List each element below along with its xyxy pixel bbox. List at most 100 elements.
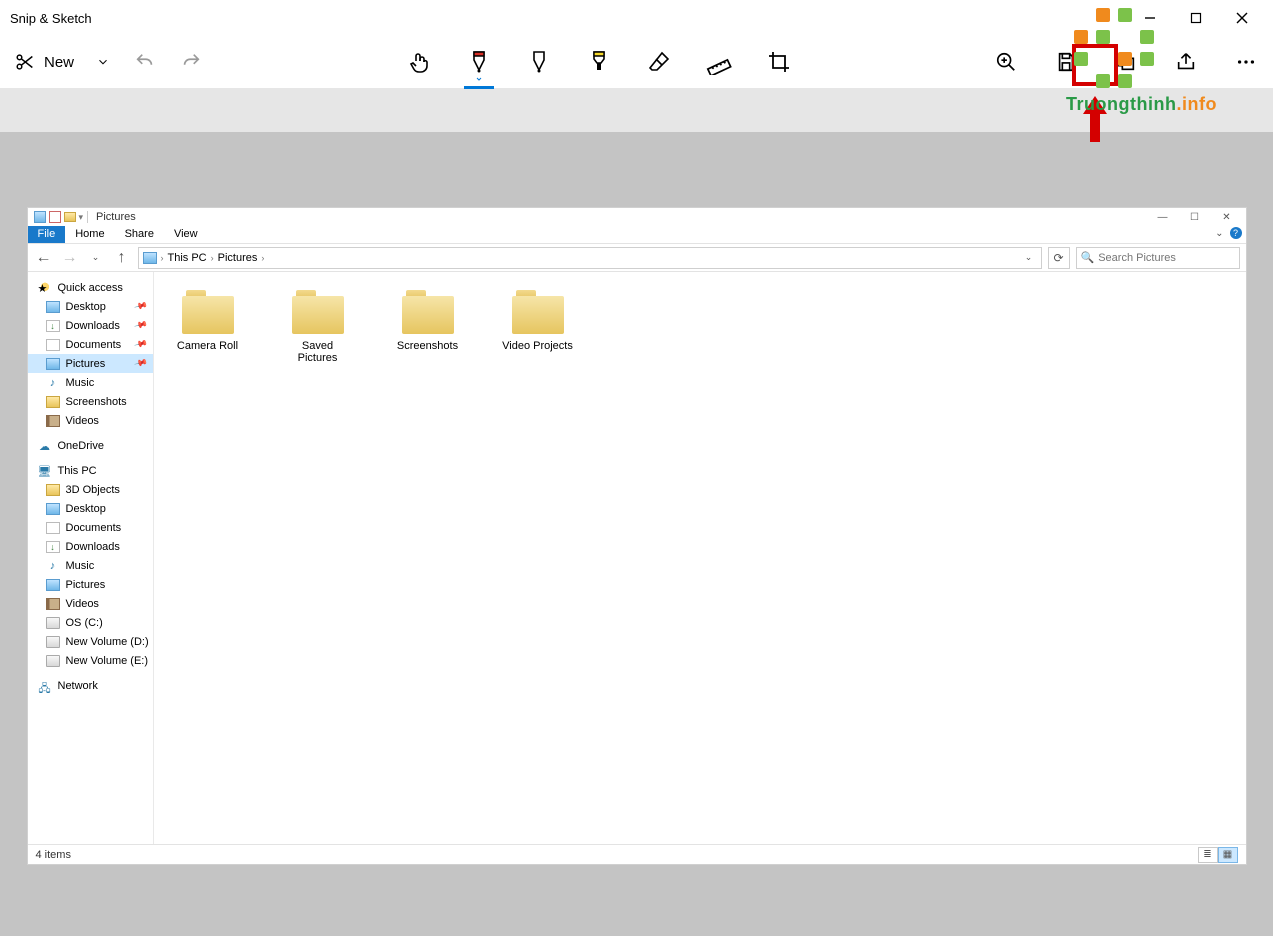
ribbon-tab-file[interactable]: File [28,226,66,243]
highlighter-button[interactable] [580,43,618,81]
status-item-count: 4 items [36,849,71,861]
breadcrumb-sep-icon: › [211,253,214,263]
download-icon: ↓ [46,320,60,332]
search-box[interactable]: 🔍 [1076,247,1240,269]
address-dropdown-icon[interactable]: ⌄ [1021,252,1037,263]
save-button[interactable] [1047,43,1085,81]
nav-pc-desktop[interactable]: Desktop [28,499,153,518]
nav-pc-documents[interactable]: Documents [28,518,153,537]
nav-videos[interactable]: Videos [28,411,153,430]
ballpoint-pen-button[interactable] [460,43,498,81]
address-bar[interactable]: › This PC › Pictures › ⌄ [138,247,1042,269]
crop-icon [767,50,791,74]
explorer-window-title: Pictures [96,211,136,223]
pin-icon: 📌 [133,299,148,314]
eraser-icon [647,50,671,74]
share-button[interactable] [1167,43,1205,81]
view-toggle: ≣ ▦ [1198,847,1238,863]
ribbon-tab-view[interactable]: View [164,226,208,243]
nav-pictures[interactable]: Pictures📌 [28,354,153,373]
nav-back-button[interactable]: ← [34,248,54,268]
nav-network[interactable]: 🖧Network [28,676,153,695]
nav-documents[interactable]: Documents📌 [28,335,153,354]
toolbar-divider [0,88,1273,132]
folder-icon [46,484,60,496]
star-icon: ★ [38,282,52,294]
control-menu-icon[interactable] [34,211,46,223]
highlighter-icon [587,49,611,75]
zoom-icon [995,51,1017,73]
view-details-button[interactable]: ≣ [1198,847,1218,863]
zoom-button[interactable] [987,43,1025,81]
share-icon [1175,51,1197,73]
breadcrumb-root[interactable]: This PC [168,252,207,264]
refresh-button[interactable]: ⟳ [1048,247,1070,269]
breadcrumb-sep-icon: › [261,253,264,263]
new-label: New [44,54,74,71]
nav-onedrive[interactable]: ☁OneDrive [28,436,153,455]
nav-forward-button[interactable]: → [60,248,80,268]
chevron-down-icon [473,75,485,83]
more-button[interactable] [1227,43,1265,81]
new-snip-button[interactable]: New [8,47,80,77]
ribbon-tab-share[interactable]: Share [115,226,164,243]
ruler-icon [706,49,732,75]
breadcrumb-current[interactable]: Pictures [218,252,258,264]
nav-drive-d[interactable]: New Volume (D:) [28,632,153,651]
explorer-close-button[interactable]: ✕ [1212,209,1242,225]
minimize-button[interactable] [1127,2,1173,34]
nav-quick-access[interactable]: ★Quick access [28,278,153,297]
nav-up-button[interactable]: ↑ [112,248,132,268]
ribbon-tabs: File Home Share View ⌄ ? [28,226,1246,244]
nav-pc-music[interactable]: ♪Music [28,556,153,575]
explorer-titlebar: ▾ Pictures — ☐ ✕ [28,208,1246,226]
qat-dropdown-icon[interactable]: ▾ [79,212,84,223]
maximize-button[interactable] [1173,2,1219,34]
nav-this-pc[interactable]: 🖥This PC [28,461,153,480]
nav-pc-videos[interactable]: Videos [28,594,153,613]
copy-button[interactable] [1107,43,1145,81]
nav-screenshots[interactable]: Screenshots [28,392,153,411]
folder-icon [182,290,234,334]
folder-item[interactable]: Screenshots [392,290,464,364]
ribbon-expand-icon[interactable]: ⌄ [1215,228,1223,239]
pin-icon: 📌 [133,318,148,333]
new-dropdown[interactable] [88,47,118,77]
pc-icon: 🖥 [38,465,52,477]
ribbon-tab-home[interactable]: Home [65,226,114,243]
nav-desktop[interactable]: Desktop📌 [28,297,153,316]
window-controls [1127,2,1265,34]
nav-3d-objects[interactable]: 3D Objects [28,480,153,499]
ruler-button[interactable] [700,43,738,81]
folder-item[interactable]: Saved Pictures [282,290,354,364]
close-button[interactable] [1219,2,1265,34]
explorer-minimize-button[interactable]: — [1148,209,1178,225]
nav-pc-downloads[interactable]: ↓Downloads [28,537,153,556]
qat-properties-icon[interactable] [49,211,61,223]
nav-downloads[interactable]: ↓Downloads📌 [28,316,153,335]
crop-button[interactable] [760,43,798,81]
nav-drive-c[interactable]: OS (C:) [28,613,153,632]
chevron-down-icon [96,55,110,69]
folder-item[interactable]: Camera Roll [172,290,244,364]
help-icon[interactable]: ? [1230,227,1242,239]
touch-writing-button[interactable] [400,43,438,81]
folder-item[interactable]: Video Projects [502,290,574,364]
nav-music[interactable]: ♪Music [28,373,153,392]
pin-icon: 📌 [133,356,148,371]
pencil-button[interactable] [520,43,558,81]
folder-icon [512,290,564,334]
explorer-maximize-button[interactable]: ☐ [1180,209,1210,225]
view-icons-button[interactable]: ▦ [1218,847,1238,863]
nav-drive-e[interactable]: New Volume (E:) [28,651,153,670]
nav-recent-dropdown[interactable]: ⌄ [86,248,106,268]
qat-newfolder-icon[interactable] [64,212,76,222]
nav-pc-pictures[interactable]: Pictures [28,575,153,594]
redo-button[interactable] [172,43,210,81]
search-input[interactable] [1098,252,1234,264]
eraser-button[interactable] [640,43,678,81]
undo-button[interactable] [126,43,164,81]
download-icon: ↓ [46,541,60,553]
folder-label: Video Projects [502,340,573,352]
explorer-window: ▾ Pictures — ☐ ✕ File Home Share View ⌄ … [28,208,1246,864]
